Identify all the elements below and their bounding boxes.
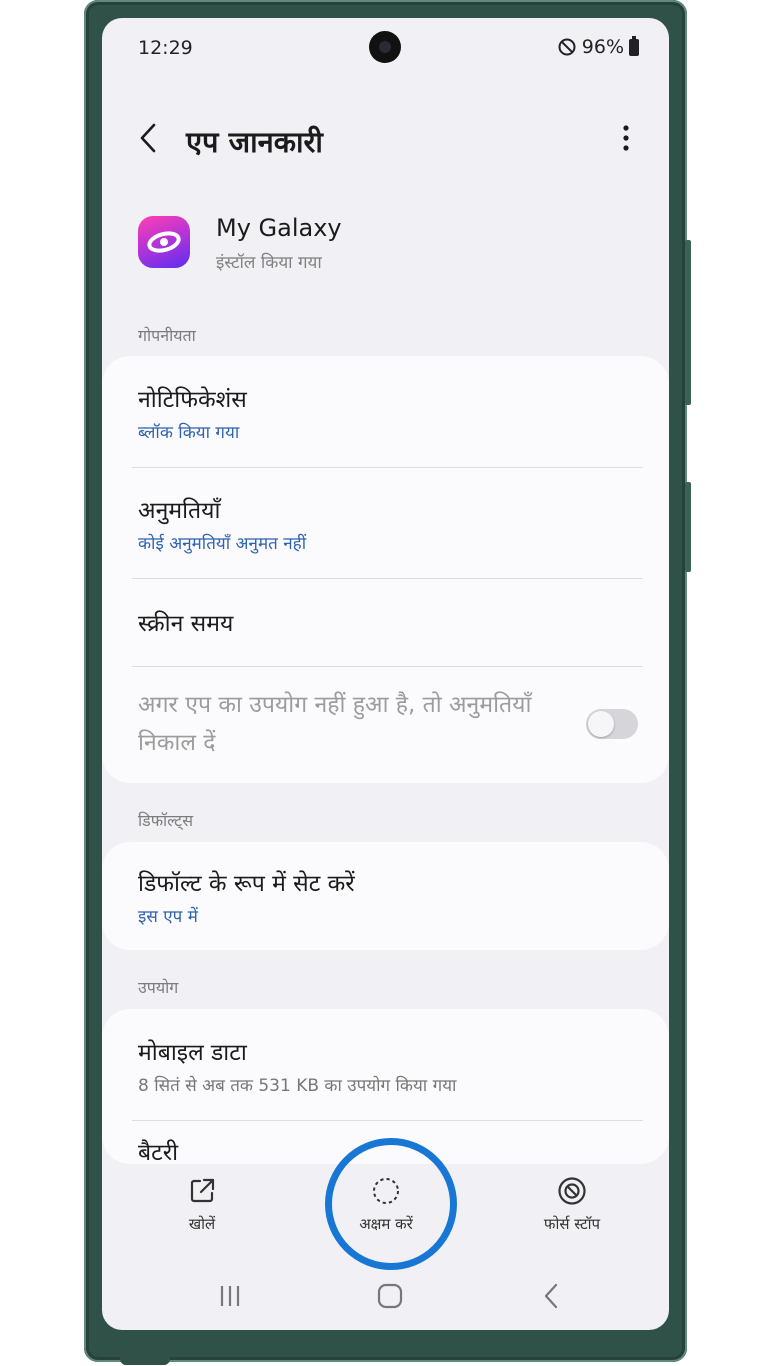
battery-percent: 96% [581,36,624,58]
phone-bottom-edge [120,1355,170,1365]
more-vertical-icon [623,125,629,151]
set-as-default-row[interactable]: डिफॉल्ट के रूप में सेट करें इस एप में [138,866,639,927]
defaults-card: डिफॉल्ट के रूप में सेट करें इस एप में [102,842,669,950]
page-title: एप जानकारी [186,125,323,159]
app-install-status: इंस्टॉल किया गया [216,253,322,273]
app-bar: एप जानकारी [102,108,669,168]
force-stop-label: फोर्स स्टॉप [543,1215,601,1233]
battery-row[interactable]: बैटरी [138,1135,639,1164]
notifications-row[interactable]: नोटिफिकेशंस ब्लॉक किया गया [138,382,639,443]
usage-card: मोबाइल डाटा 8 सितं से अब तक 531 KB का उप… [102,1009,669,1164]
front-camera [369,31,401,63]
open-external-icon [190,1178,215,1203]
remove-permissions-row[interactable]: अगर एप का उपयोग नहीं हुआ है, तो अनुमतिया… [138,686,559,762]
side-button-power [685,482,691,572]
home-icon [377,1283,403,1309]
nav-back-button[interactable] [532,1278,572,1314]
app-info-header: My Galaxy इंस्टॉल किया गया [138,214,638,278]
section-label-usage: उपयोग [138,978,179,997]
permissions-subtitle: कोई अनुमतियाँ अनुमत नहीं [138,534,307,554]
mobile-data-subtitle: 8 सितं से अब तक 531 KB का उपयोग किया गया [138,1076,457,1096]
more-options-button[interactable] [614,118,638,158]
mobile-data-row[interactable]: मोबाइल डाटा 8 सितं से अब तक 531 KB का उप… [138,1035,639,1096]
divider [132,666,643,667]
screen-time-row[interactable]: स्क्रीन समय [138,606,639,638]
notifications-subtitle: ब्लॉक किया गया [138,423,240,443]
force-stop-button[interactable]: फोर्स स्टॉप [512,1176,632,1234]
recents-button[interactable] [210,1278,250,1314]
back-button[interactable] [132,118,168,158]
permissions-title: अनुमतियाँ [138,498,221,524]
system-navigation-bar [102,1268,669,1324]
disable-button[interactable]: अक्षम करें [326,1176,446,1234]
disable-label: अक्षम करें [359,1215,413,1233]
set-as-default-title: डिफॉल्ट के रूप में सेट करें [138,871,355,897]
divider [132,467,643,468]
chevron-left-icon [140,123,156,153]
disable-dashed-circle-icon [373,1178,399,1204]
divider [132,578,643,579]
privacy-card: नोटिफिकेशंस ब्लॉक किया गया अनुमतियाँ कोई… [102,356,669,783]
section-label-defaults: डिफॉल्ट्स [138,811,194,830]
galaxy-swirl-icon [138,216,190,268]
open-label: खोलें [188,1215,216,1233]
do-not-disturb-icon [558,38,576,56]
remove-permissions-title: अगर एप का उपयोग नहीं हुआ है, तो अनुमतिया… [138,692,532,756]
status-bar: 12:29 96% [102,18,669,78]
side-button-volume [685,240,691,405]
home-button[interactable] [370,1278,410,1314]
app-name: My Galaxy [216,214,342,242]
battery-icon [629,35,639,56]
back-arrow-icon [544,1283,558,1309]
notifications-title: नोटिफिकेशंस [138,387,247,413]
divider [132,1120,643,1121]
status-icons: 96% [557,35,639,58]
screen: 12:29 96% एप जानकारी My Galaxy इंस्टॉल क… [102,18,669,1330]
bottom-action-bar: खोलें अक्षम करें फोर्स स्टॉप [102,1168,669,1248]
open-button[interactable]: खोलें [142,1176,262,1234]
set-as-default-subtitle: इस एप में [138,907,198,927]
battery-title: बैटरी [138,1140,179,1164]
force-stop-icon [558,1177,586,1205]
permissions-row[interactable]: अनुमतियाँ कोई अनुमतियाँ अनुमत नहीं [138,493,639,554]
recents-icon [220,1286,240,1306]
status-time: 12:29 [138,37,193,59]
toggle-knob [588,711,614,737]
remove-permissions-toggle[interactable] [586,709,638,739]
section-label-privacy: गोपनीयता [138,326,196,345]
mobile-data-title: मोबाइल डाटा [138,1040,247,1066]
screen-time-title: स्क्रीन समय [138,611,234,637]
